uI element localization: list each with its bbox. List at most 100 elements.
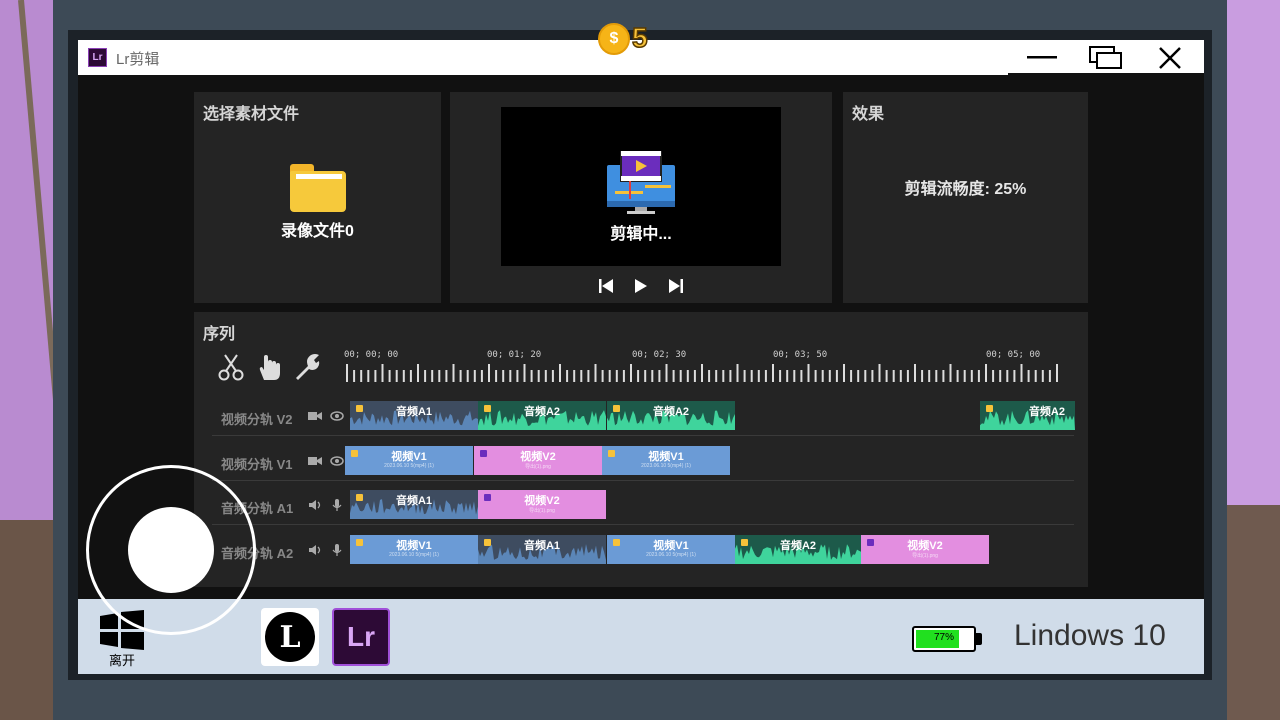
timecode-label: 00; 05; 00 xyxy=(986,350,1041,360)
minimize-button[interactable] xyxy=(1010,40,1074,75)
eye-icon[interactable] xyxy=(330,409,344,423)
start-label[interactable]: 离开 xyxy=(98,650,146,669)
camera-icon[interactable] xyxy=(308,454,322,468)
speaker-icon[interactable] xyxy=(308,543,322,557)
ruler-tick xyxy=(1041,370,1044,382)
ruler-tick xyxy=(878,364,881,382)
clip-badge-icon xyxy=(613,405,620,412)
track-v2: 视频分轨 V2 音频A1 音频A2 音频A2 音频A2 xyxy=(212,396,1075,436)
clip-title: 音频A2 xyxy=(1028,406,1065,418)
clip-badge-icon xyxy=(613,539,620,546)
timeline-clip[interactable]: 音频A2 xyxy=(980,401,1075,430)
track-controls xyxy=(308,408,346,424)
skip-back-button[interactable] xyxy=(596,276,616,296)
folder-icon[interactable] xyxy=(290,164,346,212)
ruler-tick xyxy=(424,370,427,382)
ruler-tick xyxy=(857,370,860,382)
track-controls xyxy=(308,497,346,513)
timeline-clip[interactable]: 视频V1 2023.06.10 5(mp4) (1) xyxy=(602,446,730,475)
timeline-ruler[interactable]: 00; 00; 00 00; 01; 20 00; 02; 30 00; 03;… xyxy=(344,350,1064,384)
timeline-clip[interactable]: 音频A1 xyxy=(478,535,606,564)
timeline-clip[interactable]: 视频V2 导出(1).png xyxy=(861,535,989,564)
ruler-tick xyxy=(899,370,902,382)
eye-icon[interactable] xyxy=(330,454,344,468)
timecode-label: 00; 00; 00 xyxy=(344,350,399,360)
clip-title: 音频A2 xyxy=(523,406,561,418)
camera-icon[interactable] xyxy=(308,409,322,423)
clip-badge-icon xyxy=(986,405,993,412)
files-panel: 选择素材文件 录像文件0 xyxy=(194,92,441,303)
timeline-clip[interactable]: 音频A2 xyxy=(607,401,735,430)
ruler-tick xyxy=(779,370,782,382)
ruler-tick xyxy=(637,370,640,382)
timeline-clip[interactable]: 音频A1 xyxy=(350,401,478,430)
clip-title: 音频A2 xyxy=(652,406,690,418)
ruler-tick xyxy=(686,370,689,382)
speaker-icon[interactable] xyxy=(308,498,322,512)
clip-title: 音频A1 xyxy=(395,495,433,507)
clip-title: 音频A2 xyxy=(779,540,817,552)
mic-icon[interactable] xyxy=(330,498,344,512)
preview-screen: 剪辑中... xyxy=(501,107,781,266)
scissors-icon[interactable] xyxy=(216,352,246,382)
ruler-tick xyxy=(1034,370,1037,382)
ruler-tick xyxy=(594,364,597,382)
hand-icon[interactable] xyxy=(254,352,284,382)
timeline-clip[interactable]: 视频V1 2023.06.10 5(mp4) (1) xyxy=(607,535,735,564)
track-label: 视频分轨 V2 xyxy=(221,412,293,427)
transport-controls xyxy=(596,276,686,296)
close-button[interactable] xyxy=(1138,40,1202,75)
ruler-tick xyxy=(672,370,675,382)
timeline-clip[interactable]: 视频V2 导出(1).png xyxy=(474,446,602,475)
ruler-tick xyxy=(587,370,590,382)
skip-forward-button[interactable] xyxy=(666,276,686,296)
taskbar-app-l[interactable]: L xyxy=(261,608,319,666)
ruler-tick xyxy=(800,370,803,382)
ruler-tick xyxy=(417,364,419,382)
ruler-tick xyxy=(630,364,632,382)
ruler-tick xyxy=(608,370,611,382)
ruler-tick xyxy=(402,370,405,382)
ruler-tick xyxy=(992,370,995,382)
ruler-tick xyxy=(750,370,753,382)
clip-badge-icon xyxy=(867,539,874,546)
joystick-knob[interactable] xyxy=(128,507,214,593)
lr-app-icon[interactable]: Lr xyxy=(332,608,390,666)
l-app-icon: L xyxy=(265,612,315,662)
timeline-clip[interactable]: 视频V1 2023.06.10 5(mp4) (1) xyxy=(345,446,473,475)
ruler-tick xyxy=(835,370,838,382)
ruler-tick xyxy=(956,370,959,382)
ruler-tick xyxy=(381,364,384,382)
ruler-ticks xyxy=(346,364,1058,382)
ruler-tick xyxy=(736,364,739,382)
mic-icon[interactable] xyxy=(330,543,344,557)
track-a2: 音频分轨 A2 视频V1 2023.06.10 5(mp4) (1) 音频A1 视… xyxy=(212,530,1074,570)
ruler-tick xyxy=(509,370,512,382)
file-item-label[interactable]: 录像文件0 xyxy=(194,217,441,241)
ruler-tick xyxy=(906,370,909,382)
clip-subtitle: 导出(1).png xyxy=(912,553,938,559)
wrench-icon[interactable] xyxy=(292,352,322,382)
timeline-clip[interactable]: 音频A1 xyxy=(350,490,478,519)
battery-percent: 77% xyxy=(933,632,954,643)
ruler-tick xyxy=(850,370,853,382)
timeline-clip[interactable]: 视频V2 导出(1).png xyxy=(478,490,606,519)
ruler-tick xyxy=(367,370,370,382)
track-controls xyxy=(308,542,346,558)
ruler-tick xyxy=(480,370,483,382)
play-button[interactable] xyxy=(631,276,651,296)
ruler-tick xyxy=(807,364,810,382)
ruler-tick xyxy=(999,370,1002,382)
coin-icon: $ xyxy=(598,23,630,55)
restore-button[interactable] xyxy=(1074,40,1138,75)
ruler-tick xyxy=(452,364,455,382)
ruler-tick xyxy=(985,364,987,382)
ruler-tick xyxy=(438,370,441,382)
timeline-clip[interactable]: 视频V1 2023.06.10 5(mp4) (1) xyxy=(350,535,478,564)
timeline-clip[interactable]: 音频A2 xyxy=(735,535,861,564)
title-bar-underline xyxy=(1008,73,1204,76)
timeline-clip[interactable]: 音频A2 xyxy=(478,401,606,430)
ruler-tick xyxy=(977,370,980,382)
window-title: Lr剪辑 xyxy=(116,51,160,68)
smoothness-readout: 剪辑流畅度: 25% xyxy=(904,181,1027,198)
